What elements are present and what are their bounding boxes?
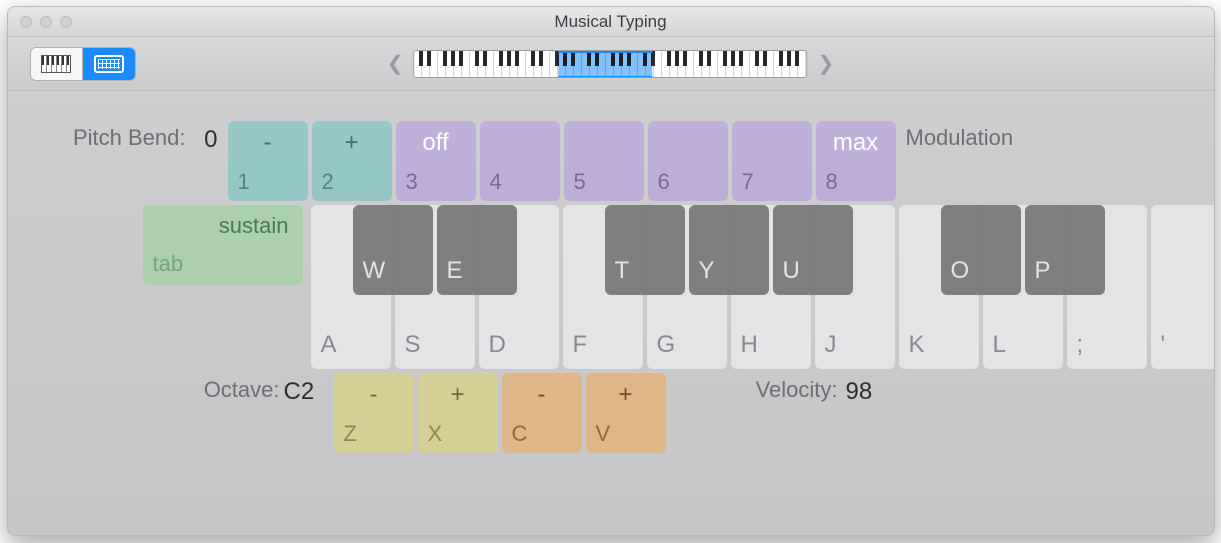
- number-key-row: - 1 + 2 off 3 4 5 6: [228, 121, 896, 201]
- titlebar: Musical Typing: [8, 7, 1214, 37]
- chevron-right-icon[interactable]: ❯: [818, 51, 835, 76]
- mode-keyboard-button[interactable]: [83, 48, 135, 80]
- octave-label: Octave:: [186, 373, 280, 401]
- modulation-label: Modulation: [906, 121, 1014, 149]
- black-key-u[interactable]: U: [773, 205, 853, 295]
- window-title: Musical Typing: [8, 7, 1214, 37]
- key-1[interactable]: - 1: [228, 121, 308, 201]
- keyboard-icon: [94, 55, 124, 73]
- key-2[interactable]: + 2: [312, 121, 392, 201]
- keyboard-range-strip: ❮ ❯: [387, 50, 835, 78]
- black-key-y[interactable]: Y: [689, 205, 769, 295]
- key-3[interactable]: off 3: [396, 121, 476, 201]
- zoom-icon[interactable]: [60, 16, 72, 28]
- pitch-bend-value: 0: [186, 121, 218, 154]
- black-key-p[interactable]: P: [1025, 205, 1105, 295]
- mode-segmented-control[interactable]: [30, 47, 136, 81]
- black-key-o[interactable]: O: [941, 205, 1021, 295]
- piano-icon: [41, 55, 71, 73]
- key-x[interactable]: + X: [418, 373, 498, 453]
- velocity-value: 98: [846, 373, 892, 406]
- key-8[interactable]: max 8: [816, 121, 896, 201]
- black-key-w[interactable]: W: [353, 205, 433, 295]
- key-c[interactable]: - C: [502, 373, 582, 453]
- piano-range-strip[interactable]: [414, 50, 808, 78]
- pitch-bend-label: Pitch Bend:: [42, 121, 186, 149]
- range-highlight[interactable]: [559, 50, 653, 78]
- sustain-key[interactable]: sustain tab: [143, 205, 303, 285]
- black-key-e[interactable]: E: [437, 205, 517, 295]
- minimize-icon[interactable]: [40, 16, 52, 28]
- toolbar: ❮ ❯: [8, 37, 1214, 91]
- key-v[interactable]: + V: [586, 373, 666, 453]
- white-key-quote[interactable]: ': [1151, 205, 1215, 369]
- key-4[interactable]: 4: [480, 121, 560, 201]
- sustain-label: sustain: [219, 213, 289, 239]
- key-7[interactable]: 7: [732, 121, 812, 201]
- sustain-key-label: tab: [153, 251, 184, 277]
- key-6[interactable]: 6: [648, 121, 728, 201]
- window-controls: [20, 16, 72, 28]
- black-key-t[interactable]: T: [605, 205, 685, 295]
- musical-typing-window: Musical Typing ❮ ❯ Pitch Bend: 0 -: [7, 6, 1215, 536]
- chevron-left-icon[interactable]: ❮: [387, 51, 404, 76]
- piano-keyboard: A S D F G H J K L ; ' WETYUOP: [311, 205, 1215, 369]
- velocity-label: Velocity:: [706, 373, 838, 401]
- key-5[interactable]: 5: [564, 121, 644, 201]
- key-z[interactable]: - Z: [334, 373, 414, 453]
- close-icon[interactable]: [20, 16, 32, 28]
- octave-value: C2: [284, 373, 330, 406]
- mode-piano-button[interactable]: [31, 48, 83, 80]
